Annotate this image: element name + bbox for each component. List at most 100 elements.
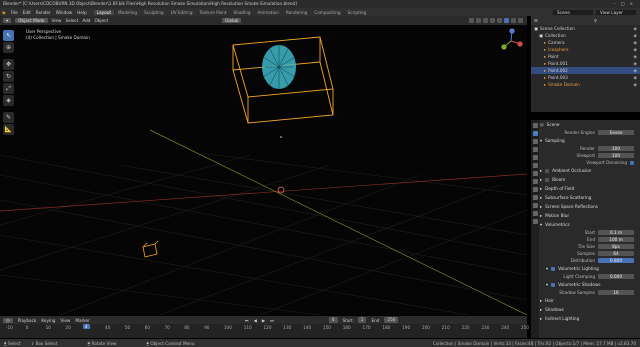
current-frame-field[interactable]: 4	[328, 317, 338, 323]
data-tab-icon[interactable]	[532, 211, 538, 216]
panel-enable-checkbox[interactable]	[545, 168, 550, 173]
timeline-menu-marker[interactable]: Marker	[75, 318, 89, 323]
collapsed-panel-header[interactable]: ▸ Shadows	[540, 305, 640, 314]
gizmo-icon[interactable]	[476, 18, 481, 23]
outliner-item[interactable]: ▸ Icosphere ◉	[531, 46, 640, 53]
xray-icon[interactable]	[490, 18, 495, 23]
timeline-menu-view[interactable]: View	[60, 318, 70, 323]
filter-icon[interactable]: ⚲	[594, 18, 597, 23]
viewport-samples-field[interactable]: 100	[598, 152, 634, 159]
tab-sculpting[interactable]: Sculpting	[141, 10, 167, 15]
render-tab-icon[interactable]	[532, 131, 538, 136]
3d-cursor[interactable]	[277, 186, 285, 194]
volumetrics-section[interactable]: ▾ Volumetrics	[540, 220, 640, 229]
measure-tool-icon[interactable]: 📐	[3, 124, 14, 135]
chevron-down-icon[interactable]: ▾	[546, 282, 548, 287]
viewport-menu-select[interactable]: Select	[65, 18, 78, 23]
tab-uv-editing[interactable]: UV Editing	[168, 10, 196, 15]
vol-start-field[interactable]: 0.1 m	[598, 229, 634, 236]
outliner-item[interactable]: ▸ Smoke Domain ◉	[531, 81, 640, 88]
visibility-eye-icon[interactable]: ◉	[633, 54, 637, 59]
scene-selector[interactable]: Scene	[553, 9, 593, 15]
collapsed-panel-header[interactable]: ▸ Bloom	[540, 175, 640, 184]
view-layer-tab-icon[interactable]	[532, 147, 538, 152]
world-tab-icon[interactable]	[532, 163, 538, 168]
scene-tab-icon[interactable]	[532, 155, 538, 160]
volumetric-lighting-checkbox[interactable]	[551, 266, 556, 271]
orientation-dropdown[interactable]: Global	[222, 18, 242, 23]
window-controls[interactable]: –□×	[613, 1, 638, 6]
view-layer-selector[interactable]: View Layer	[596, 9, 636, 15]
distribution-slider[interactable]: 0.800	[598, 257, 634, 264]
tab-layout[interactable]: Layout	[93, 9, 115, 15]
outliner-display-mode-icon[interactable]: ☰	[534, 18, 538, 23]
close-icon[interactable]: ×	[629, 1, 638, 6]
object-tab-icon[interactable]	[532, 171, 538, 176]
outliner-item[interactable]: ▸ Point ◉	[531, 53, 640, 60]
tab-modeling[interactable]: Modeling	[115, 10, 140, 15]
render-samples-field[interactable]: 100	[598, 145, 634, 152]
viewport-menu-view[interactable]: View	[52, 18, 62, 23]
rotate-tool-icon[interactable]: ↻	[3, 71, 14, 82]
timeline-menu-keying[interactable]: Keying	[41, 318, 55, 323]
outliner-item[interactable]: ▸ Point.002 ◉	[531, 67, 640, 74]
collapsed-panel-header[interactable]: ▸ Ambient Occlusion	[540, 166, 640, 175]
outliner-item[interactable]: ▣ Scene Collection ◉	[531, 25, 640, 32]
menu-help[interactable]: Help	[77, 10, 87, 15]
play-icon[interactable]: ▶	[262, 318, 265, 323]
particles-tab-icon[interactable]	[532, 187, 538, 192]
play-reverse-icon[interactable]: ◀	[254, 318, 257, 323]
timeline-ruler[interactable]: -100102030405060708090100110120130140150…	[0, 324, 529, 332]
modifier-tab-icon[interactable]	[532, 179, 538, 184]
tab-rendering[interactable]: Rendering	[283, 10, 310, 15]
visibility-eye-icon[interactable]: ◉	[633, 40, 637, 45]
select-tool-icon[interactable]: ↖	[3, 30, 14, 41]
viewport-denoising-checkbox[interactable]	[630, 160, 634, 165]
visibility-eye-icon[interactable]: ◉	[633, 82, 637, 87]
visibility-icon[interactable]	[469, 18, 474, 23]
transform-tool-icon[interactable]: ◈	[3, 95, 14, 106]
frame-start-field[interactable]: 1	[357, 317, 367, 323]
mode-dropdown[interactable]: Object Mode	[15, 18, 48, 23]
render-engine-dropdown[interactable]: Eevee	[598, 129, 634, 136]
move-tool-icon[interactable]: ✥	[3, 59, 14, 70]
chevron-down-icon[interactable]: ▾	[546, 266, 548, 271]
material-shading-icon[interactable]	[511, 18, 516, 23]
volumetric-shadows-checkbox[interactable]	[551, 282, 556, 287]
constraints-tab-icon[interactable]	[532, 203, 538, 208]
wireframe-shading-icon[interactable]	[497, 18, 502, 23]
vol-end-field[interactable]: 100 m	[598, 236, 634, 243]
collapsed-panel-header[interactable]: ▸ Indirect Lighting	[540, 314, 640, 323]
scale-tool-icon[interactable]: ⤢	[3, 83, 14, 94]
blender-logo-icon[interactable]: ◉	[2, 10, 6, 15]
timeline-menu-playback[interactable]: Playback	[18, 318, 37, 323]
shadow-samples-field[interactable]: 16	[598, 289, 634, 296]
outliner-item[interactable]: ▸ Point.003 ◉	[531, 74, 640, 81]
editor-type-dropdown[interactable]: ▾	[3, 18, 12, 23]
visibility-eye-icon[interactable]: ◉	[633, 68, 637, 73]
outliner-item[interactable]: ▸ Camera ◉	[531, 39, 640, 46]
playhead-frame-indicator[interactable]: 4	[83, 324, 90, 329]
visibility-eye-icon[interactable]: ◉	[633, 75, 637, 80]
tile-size-dropdown[interactable]: 8px	[598, 243, 634, 250]
frame-end-field[interactable]: 250	[384, 317, 399, 323]
jump-start-icon[interactable]: ⏮	[245, 318, 249, 323]
visibility-eye-icon[interactable]: ◉	[633, 33, 637, 38]
light-clamping-field[interactable]: 0.000	[598, 273, 634, 280]
collapsed-panel-header[interactable]: ▸ Depth of Field	[540, 184, 640, 193]
collapsed-panel-header[interactable]: ▸ Motion Blur	[540, 211, 640, 220]
3d-viewport[interactable]	[0, 25, 527, 315]
axis-gizmo-icon[interactable]	[498, 27, 525, 54]
tab-scripting[interactable]: Scripting	[345, 10, 370, 15]
jump-end-icon[interactable]: ⏭	[270, 318, 274, 323]
tab-compositing[interactable]: Compositing	[311, 10, 343, 15]
timeline-editor-type-icon[interactable]: ◷	[3, 317, 13, 323]
outliner-item[interactable]: ▣ Collection ◉	[531, 32, 640, 39]
tab-texture-paint[interactable]: Texture Paint	[197, 10, 230, 15]
minimize-icon[interactable]: –	[613, 1, 620, 6]
menu-window[interactable]: Window	[56, 10, 73, 15]
material-tab-icon[interactable]	[532, 219, 538, 224]
cursor-tool-icon[interactable]: ⊕	[3, 42, 14, 53]
tool-tab-icon[interactable]	[532, 123, 538, 128]
rendered-shading-icon[interactable]	[518, 18, 523, 23]
